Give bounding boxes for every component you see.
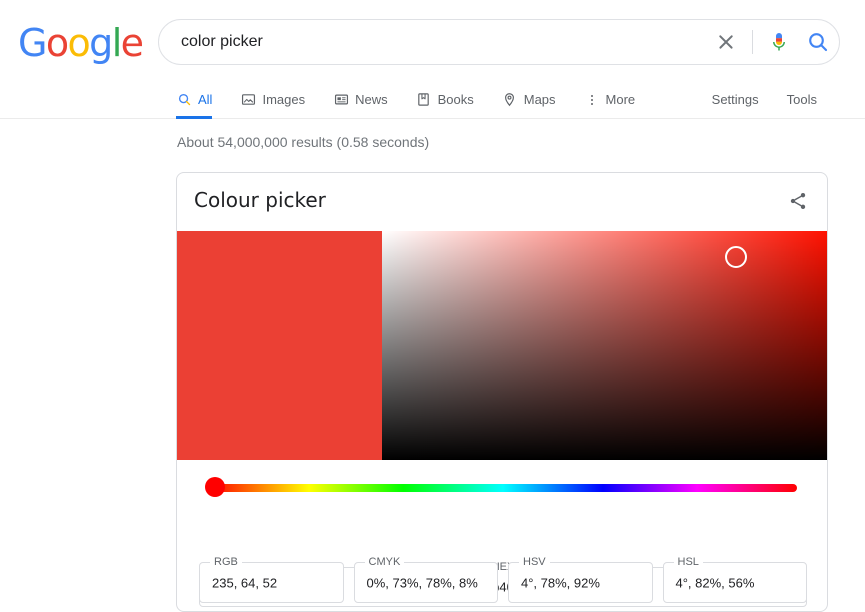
microphone-icon — [773, 33, 785, 51]
logo-letter: l — [111, 21, 123, 65]
book-icon — [416, 92, 432, 108]
hsv-field-value: 4°, 78%, 92% — [521, 575, 600, 590]
page-header: Google — [0, 0, 865, 80]
tab-news[interactable]: News — [319, 80, 402, 119]
tab-images-label: Images — [262, 92, 306, 107]
search-nav-bar: All Images News Books Maps More Settings… — [0, 80, 865, 119]
gradient-black-layer — [382, 231, 827, 460]
hsv-field-label: HSV — [519, 556, 550, 568]
logo-letter: g — [89, 21, 113, 65]
tab-maps[interactable]: Maps — [488, 80, 570, 119]
nav-tabs: All Images News Books Maps More — [176, 80, 649, 119]
search-submit-button[interactable] — [799, 22, 839, 62]
close-icon — [717, 33, 735, 51]
tab-images[interactable]: Images — [226, 80, 319, 119]
hue-slider[interactable] — [177, 471, 827, 503]
clear-search-button[interactable] — [706, 22, 746, 62]
google-logo[interactable]: Google — [18, 21, 144, 65]
news-icon — [333, 92, 349, 108]
nav-right-actions: Settings Tools — [712, 80, 817, 119]
colour-picker-area — [177, 231, 827, 460]
search-bar — [158, 19, 840, 65]
tab-more[interactable]: More — [570, 80, 650, 119]
colour-value-fields: RGB 235, 64, 52 CMYK 0%, 73%, 78%, 8% HS… — [199, 556, 807, 603]
logo-letter: o — [45, 21, 69, 65]
share-button[interactable] — [781, 184, 815, 218]
tools-button[interactable]: Tools — [787, 92, 817, 107]
search-icon — [809, 33, 828, 52]
hue-slider-thumb[interactable] — [205, 477, 226, 497]
tab-maps-label: Maps — [523, 92, 556, 107]
saturation-value-gradient[interactable] — [382, 231, 827, 460]
rgb-field-label: RGB — [210, 556, 242, 568]
cmyk-field[interactable]: CMYK 0%, 73%, 78%, 8% — [353, 556, 498, 603]
cmyk-field-value: 0%, 73%, 78%, 8% — [366, 575, 478, 590]
rgb-field[interactable]: RGB 235, 64, 52 — [199, 556, 344, 603]
logo-letter: G — [18, 21, 47, 65]
hsl-field[interactable]: HSL 4°, 82%, 56% — [662, 556, 807, 603]
gradient-cursor-handle[interactable] — [725, 246, 748, 269]
cmyk-field-label: CMYK — [364, 556, 405, 568]
tab-all-label: All — [198, 92, 213, 107]
map-pin-icon — [502, 92, 518, 108]
tab-books[interactable]: Books — [402, 80, 488, 119]
hue-slider-track[interactable] — [209, 484, 797, 492]
settings-button[interactable]: Settings — [712, 92, 759, 107]
tab-more-label: More — [605, 92, 636, 107]
search-icon — [176, 92, 192, 108]
voice-search-button[interactable] — [759, 22, 799, 62]
share-icon — [790, 193, 806, 209]
hsv-field[interactable]: HSV 4°, 78%, 92% — [508, 556, 653, 603]
search-input[interactable] — [159, 33, 706, 51]
tab-books-label: Books — [437, 92, 474, 107]
card-header: Colour picker — [177, 173, 827, 228]
tab-all[interactable]: All — [176, 80, 226, 119]
result-stats: About 54,000,000 results (0.58 seconds) — [177, 134, 430, 150]
rgb-field-value: 235, 64, 52 — [212, 575, 278, 590]
colour-picker-card: Colour picker HEX #eb4034 RGB 235, 64, 5… — [176, 172, 828, 612]
logo-letter: e — [120, 21, 144, 65]
hsl-field-value: 4°, 82%, 56% — [675, 575, 755, 590]
tab-news-label: News — [355, 92, 388, 107]
selected-colour-swatch — [177, 231, 382, 460]
search-divider — [752, 30, 753, 54]
card-title: Colour picker — [194, 188, 326, 212]
image-icon — [240, 92, 256, 108]
hsl-field-label: HSL — [673, 556, 703, 568]
more-vertical-icon — [584, 92, 600, 108]
logo-letter: o — [67, 21, 91, 65]
